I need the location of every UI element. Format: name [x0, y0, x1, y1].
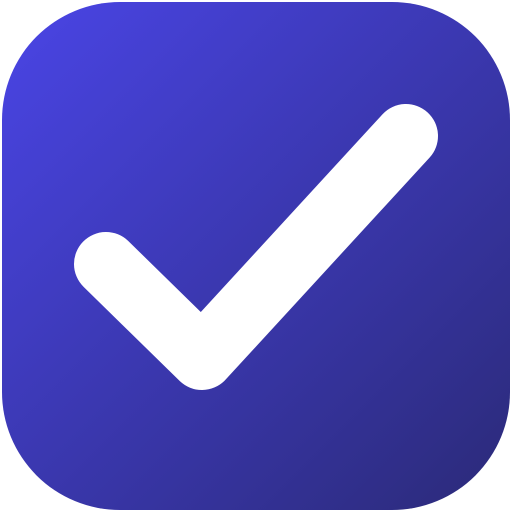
app-icon[interactable] — [0, 0, 512, 512]
canvas — [0, 0, 512, 512]
app-icon-graphic — [2, 2, 510, 510]
